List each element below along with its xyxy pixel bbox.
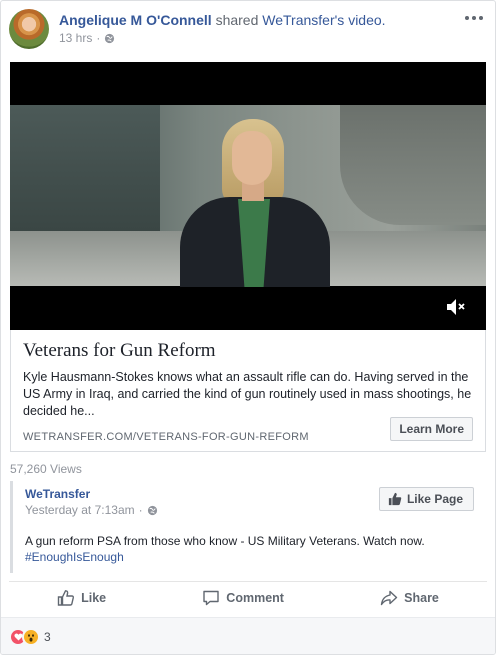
post-header-text: Angelique M O'Connell shared WeTransfer'… <box>59 11 386 29</box>
original-post-meta: Yesterday at 7:13am · <box>25 503 158 517</box>
comment-button[interactable]: Comment <box>192 585 294 611</box>
video-subject <box>180 117 330 287</box>
reactions-bar: 3 <box>1 617 495 654</box>
author-name[interactable]: Angelique M O'Connell <box>59 12 212 28</box>
feed-post: Angelique M O'Connell shared WeTransfer'… <box>0 0 496 655</box>
wow-reaction-icon[interactable] <box>22 628 40 646</box>
post-timestamp[interactable]: 13 hrs <box>59 31 92 45</box>
more-horizontal-icon[interactable] <box>465 13 483 23</box>
like-button[interactable]: Like <box>47 585 116 611</box>
link-preview[interactable]: Veterans for Gun Reform Kyle Hausmann-St… <box>10 330 486 452</box>
shared-page-link[interactable]: WeTransfer's <box>262 12 344 28</box>
preview-title[interactable]: Veterans for Gun Reform <box>23 340 473 362</box>
video-player[interactable] <box>10 62 486 330</box>
original-timestamp[interactable]: Yesterday at 7:13am <box>25 503 135 517</box>
author-avatar[interactable] <box>9 9 49 49</box>
globe-icon[interactable] <box>147 505 158 516</box>
preview-description: Kyle Hausmann-Stokes knows what an assau… <box>23 370 472 418</box>
preview-domain: WETRANSFER.COM/VETERANS-FOR-GUN-REFORM <box>23 431 309 443</box>
speaker-muted-icon[interactable] <box>446 298 466 316</box>
comment-label: Comment <box>226 590 284 605</box>
share-label: Share <box>404 590 439 605</box>
thumbs-up-icon <box>388 492 402 506</box>
globe-icon[interactable] <box>104 33 115 44</box>
share-button[interactable]: Share <box>370 585 449 611</box>
video-frame <box>10 105 486 287</box>
view-count: 57,260 Views <box>10 462 82 476</box>
like-page-label: Like Page <box>406 492 463 506</box>
original-post-text: A gun reform PSA from those who know - U… <box>25 533 425 565</box>
original-page-name[interactable]: WeTransfer <box>25 487 90 501</box>
original-post: WeTransfer Yesterday at 7:13am · Like Pa… <box>10 481 486 573</box>
like-label: Like <box>81 590 107 605</box>
share-arrow-icon <box>380 590 398 605</box>
like-page-button[interactable]: Like Page <box>378 487 474 511</box>
speech-bubble-icon <box>203 590 219 605</box>
shared-video-link[interactable]: video. <box>348 12 385 28</box>
post-meta: 13 hrs · <box>59 31 115 45</box>
original-post-body: A gun reform PSA from those who know - U… <box>25 534 425 548</box>
post-actions: Like Comment Share <box>9 581 487 613</box>
hashtag-link[interactable]: #EnoughIsEnough <box>25 549 425 565</box>
shared-text: shared <box>215 12 259 28</box>
meta-separator: · <box>96 31 101 45</box>
learn-more-button[interactable]: Learn More <box>390 417 473 441</box>
reaction-count[interactable]: 3 <box>44 630 51 644</box>
post-header: Angelique M O'Connell shared WeTransfer'… <box>9 9 487 49</box>
thumbs-up-icon <box>57 589 75 606</box>
meta-separator: · <box>138 503 143 517</box>
